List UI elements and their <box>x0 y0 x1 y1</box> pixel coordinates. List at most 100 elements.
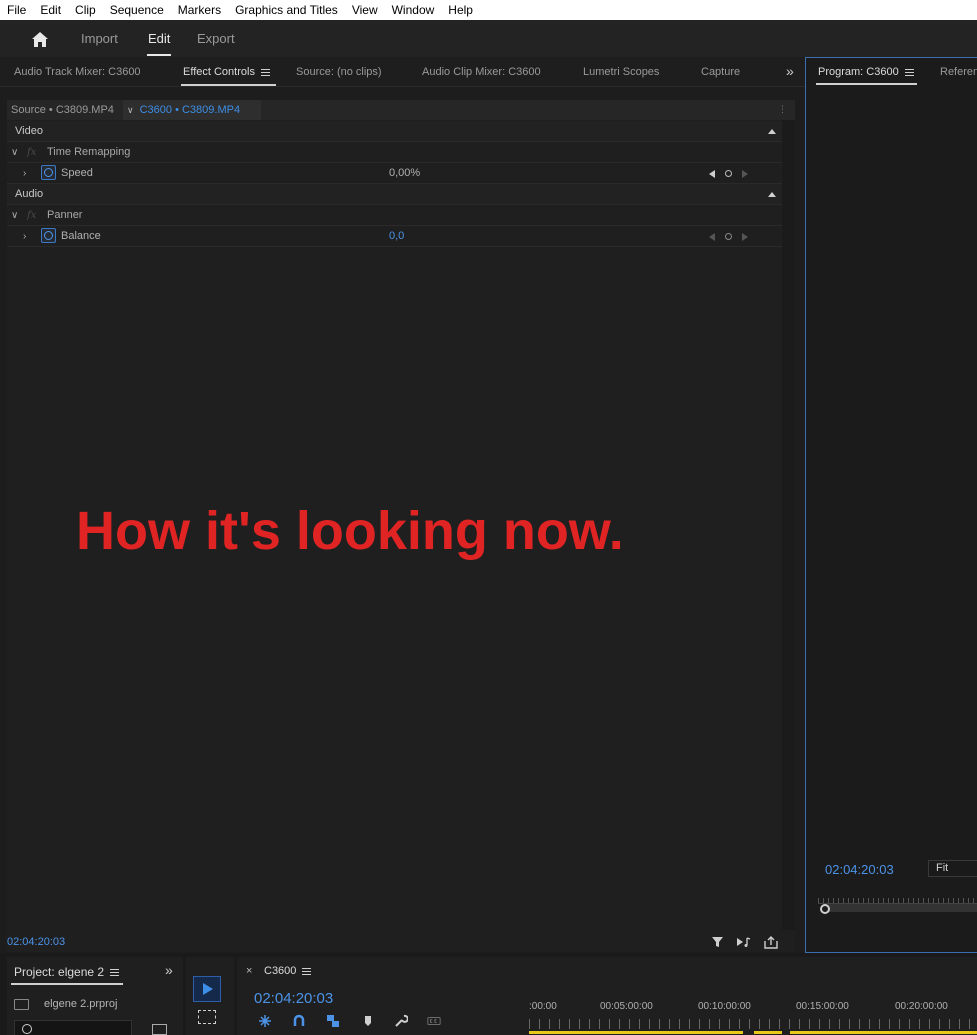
play-audio-icon[interactable] <box>736 936 752 950</box>
wrench-icon[interactable] <box>394 1014 408 1028</box>
tab-timeline-label: C3600 <box>264 965 297 977</box>
timeline-timecode[interactable]: 02:04:20:03 <box>254 990 333 1007</box>
ruler-label: 00:05:00:00 <box>600 1001 653 1012</box>
annotation-text: How it's looking now. <box>76 501 624 561</box>
tab-lumetri-scopes[interactable]: Lumetri Scopes <box>583 66 659 78</box>
tab-reference[interactable]: Referen <box>940 66 977 78</box>
menu-file[interactable]: File <box>0 0 33 20</box>
effect-controls-scrollbar[interactable] <box>782 120 795 930</box>
panel-menu-icon[interactable] <box>260 68 270 76</box>
search-icon <box>22 1024 32 1034</box>
home-icon <box>32 31 48 47</box>
tab-program[interactable]: Program: C3600 <box>818 66 914 78</box>
video-section-header[interactable]: Video <box>7 121 782 142</box>
tab-timeline[interactable]: C3600 <box>264 965 312 977</box>
work-area-bar[interactable] <box>529 1031 743 1034</box>
workspace-bar: Import Edit Export <box>0 20 977 57</box>
menu-graphics-and-titles[interactable]: Graphics and Titles <box>228 0 345 20</box>
chevron-down-icon[interactable]: ∨ <box>11 142 18 163</box>
playhead-handle[interactable] <box>820 904 830 914</box>
captions-icon[interactable] <box>427 1014 441 1028</box>
panel-menu-icon[interactable] <box>302 967 312 975</box>
fx-icon: fx <box>27 210 37 221</box>
add-keyframe-icon[interactable] <box>725 233 732 240</box>
menu-window[interactable]: Window <box>385 0 442 20</box>
menu-edit[interactable]: Edit <box>33 0 68 20</box>
program-scrub-bar[interactable] <box>821 904 977 912</box>
effect-time-remapping[interactable]: ∨ fx Time Remapping <box>7 142 782 163</box>
work-area-bar[interactable] <box>754 1031 782 1034</box>
stopwatch-icon[interactable] <box>41 165 56 180</box>
effect-controls-footer: 02:04:20:03 <box>7 934 795 952</box>
selection-tool-button[interactable] <box>193 976 221 1002</box>
tab-audio-track-mixer[interactable]: Audio Track Mixer: C3600 <box>14 66 141 78</box>
program-time-ruler[interactable] <box>818 894 977 904</box>
snap-magnet-icon[interactable] <box>292 1014 306 1028</box>
timeline-time-ruler[interactable] <box>529 1019 977 1029</box>
sequence-clip-tab[interactable]: ∨ C3600 • C3809.MP4 <box>123 100 261 120</box>
workspace-tab-edit[interactable]: Edit <box>148 31 170 46</box>
effect-name: Panner <box>47 209 83 221</box>
property-row-balance[interactable]: › Balance 0,0 <box>7 226 782 247</box>
source-clip-tab[interactable]: Source • C3809.MP4 <box>7 100 118 120</box>
new-bin-icon[interactable] <box>152 1024 167 1035</box>
ruler-label: :00:00 <box>529 1001 557 1012</box>
panel-menu-icon[interactable] <box>110 969 120 977</box>
tab-overflow-chevron-icon[interactable]: » <box>786 63 794 79</box>
project-file-name[interactable]: elgene 2.prproj <box>44 998 117 1010</box>
linked-selection-icon[interactable] <box>326 1014 340 1028</box>
tab-capture[interactable]: Capture <box>701 66 740 78</box>
menu-markers[interactable]: Markers <box>171 0 228 20</box>
menu-view[interactable]: View <box>345 0 385 20</box>
stopwatch-icon[interactable] <box>41 228 56 243</box>
audio-section-header[interactable]: Audio <box>7 184 782 205</box>
home-button[interactable] <box>28 27 52 51</box>
tab-audio-clip-mixer[interactable]: Audio Clip Mixer: C3600 <box>422 66 541 78</box>
previous-keyframe-icon[interactable] <box>709 170 715 178</box>
collapse-triangle-icon[interactable] <box>768 192 776 197</box>
chevron-down-icon[interactable]: ∨ <box>11 205 18 226</box>
workspace-tab-export[interactable]: Export <box>197 31 235 46</box>
keyframe-navigator <box>709 163 759 184</box>
panel-grip-icon[interactable]: ⋮ <box>778 104 787 115</box>
tab-overflow-chevron-icon[interactable]: » <box>165 962 173 978</box>
workspace-tab-import[interactable]: Import <box>81 31 118 46</box>
active-tab-indicator <box>816 83 917 85</box>
menu-sequence[interactable]: Sequence <box>103 0 171 20</box>
tools-panel <box>186 957 234 1035</box>
chevron-down-icon: ∨ <box>127 105 134 115</box>
ruler-label: 00:10:00:00 <box>698 1001 751 1012</box>
filter-icon[interactable] <box>711 936 727 950</box>
panel-menu-icon[interactable] <box>904 68 914 76</box>
export-icon[interactable] <box>763 936 779 950</box>
track-select-tool-button[interactable] <box>198 1010 216 1024</box>
next-keyframe-icon[interactable] <box>742 170 748 178</box>
add-marker-icon[interactable] <box>361 1014 375 1028</box>
effect-panner[interactable]: ∨ fx Panner <box>7 205 782 226</box>
balance-value[interactable]: 0,0 <box>389 226 404 247</box>
next-keyframe-icon[interactable] <box>742 233 748 241</box>
zoom-select[interactable]: Fit <box>928 860 977 877</box>
chevron-right-icon[interactable]: › <box>23 163 26 184</box>
effect-controls-panel: Source • C3809.MP4 ∨ C3600 • C3809.MP4 ⋮ … <box>7 100 795 952</box>
chevron-right-icon[interactable]: › <box>23 226 26 247</box>
property-row-speed[interactable]: › Speed 0,00% <box>7 163 782 184</box>
add-keyframe-icon[interactable] <box>725 170 732 177</box>
previous-keyframe-icon[interactable] <box>709 233 715 241</box>
tab-project-label: Project: elgene 2 <box>14 965 105 979</box>
speed-value[interactable]: 0,00% <box>389 163 420 184</box>
active-workspace-indicator <box>147 54 171 56</box>
program-timecode[interactable]: 02:04:20:03 <box>825 862 894 877</box>
active-tab-indicator <box>11 983 123 985</box>
collapse-triangle-icon[interactable] <box>768 129 776 134</box>
nest-toggle-icon[interactable] <box>258 1014 272 1028</box>
project-search-input[interactable] <box>14 1020 132 1035</box>
menu-clip[interactable]: Clip <box>68 0 103 20</box>
close-icon[interactable]: × <box>246 965 252 977</box>
tab-source[interactable]: Source: (no clips) <box>296 66 382 78</box>
work-area-bar[interactable] <box>790 1031 977 1034</box>
tab-effect-controls[interactable]: Effect Controls <box>183 66 270 78</box>
menu-help[interactable]: Help <box>441 0 480 20</box>
effect-controls-timecode[interactable]: 02:04:20:03 <box>7 936 65 948</box>
tab-project[interactable]: Project: elgene 2 <box>14 965 120 979</box>
